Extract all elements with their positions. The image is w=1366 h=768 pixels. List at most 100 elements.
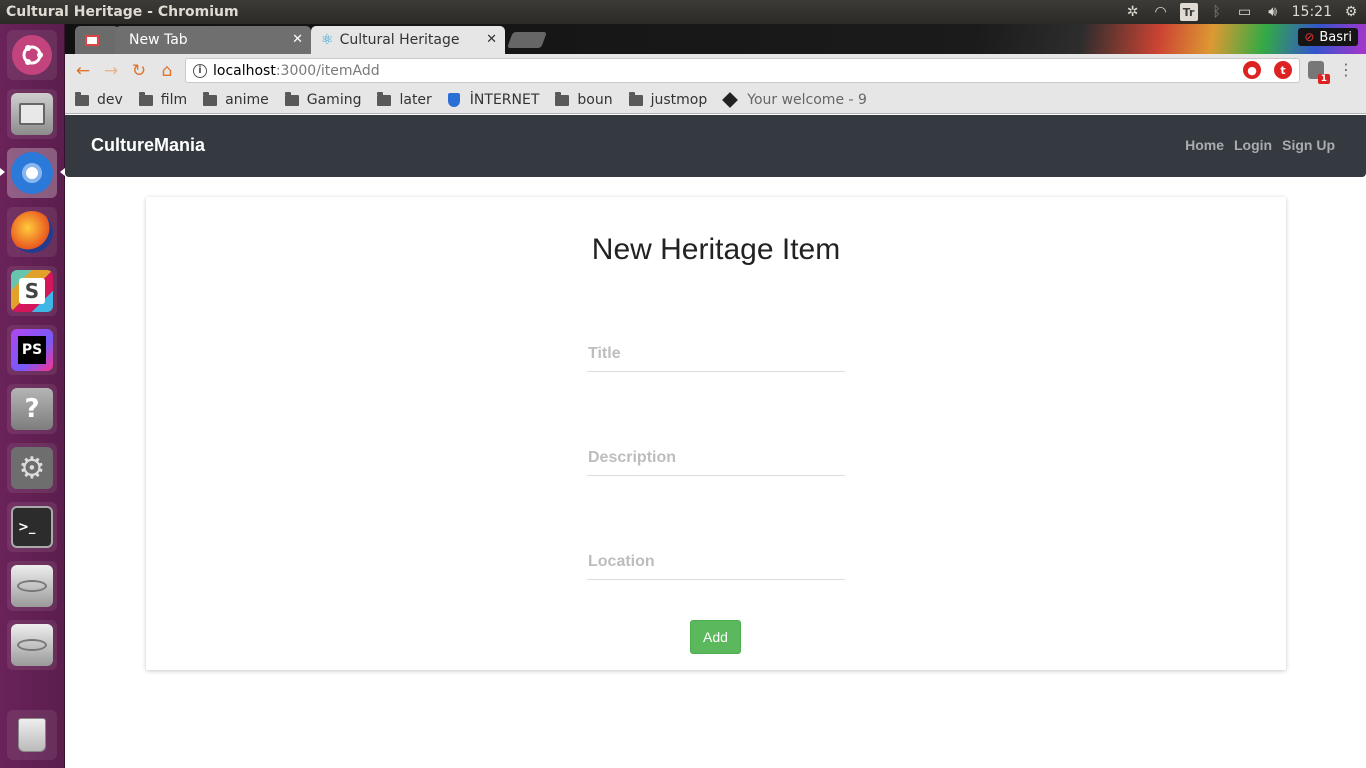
bookmark-label: justmop [650,92,708,108]
clock[interactable]: 15:21 [1292,4,1332,20]
profile-button[interactable]: ⊘ Basri [1298,28,1358,46]
bookmark-label: later [399,92,432,108]
files-button[interactable] [7,89,57,139]
nav-signup-link[interactable]: Sign Up [1282,137,1335,153]
bookmark-film[interactable]: film [138,91,188,108]
browser-toolbar: ← → ↻ ⌂ i localhost:3000/itemAdd ☆ ● t 1… [65,54,1366,87]
profile-icon: ⊘ [1304,30,1315,44]
chromium-button[interactable] [7,148,57,198]
address-bar[interactable]: i localhost:3000/itemAdd ☆ [185,58,1300,83]
ubuntu-logo-icon [12,35,52,75]
folder-icon [284,91,299,106]
bookmark-label: anime [225,92,269,108]
chromium-icon [11,152,53,194]
bluetooth-icon[interactable]: ᛒ [1208,3,1226,21]
bookmark-label: Gaming [306,92,362,108]
bookmark-label: film [160,92,188,108]
extension-t-label: t [1280,63,1286,77]
shield-extension-icon[interactable]: 1 [1308,61,1330,84]
tab-label: Cultural Heritage [339,32,460,48]
ubuntu-dash-button[interactable] [7,30,57,80]
add-button[interactable]: Add [690,620,741,654]
os-top-panel: Cultural Heritage - Chromium ✲ ◠ Tr ᛒ ▭ … [0,0,1366,24]
volume-icon[interactable]: 🔊︎ [1264,3,1282,21]
terminal-button[interactable]: >_ [7,502,57,552]
battery-icon[interactable]: ▭ [1236,3,1254,21]
page-title: New Heritage Item [591,233,841,266]
folder-icon [628,91,643,106]
description-input[interactable] [587,440,845,476]
folder-icon [203,91,218,106]
bookmark-gaming[interactable]: Gaming [284,91,362,108]
bookmark-later[interactable]: later [377,91,432,108]
title-input[interactable] [587,336,845,372]
folder-icon [138,91,153,106]
launcher: S PS ? ⚙ >_ [0,24,65,768]
react-icon: ⚛ [321,32,334,48]
keyboard-layout-indicator[interactable]: Tr [1179,3,1198,21]
nav-home-link[interactable]: Home [1185,137,1224,153]
trash-icon [11,714,53,756]
bookmark-your-welcome[interactable]: Your welcome - 9 [722,92,867,108]
firefox-button[interactable] [7,207,57,257]
bookmark-dev[interactable]: dev [75,91,123,108]
slack-icon: S [11,270,53,312]
ublock-icon[interactable]: ● [1243,61,1261,79]
reload-icon[interactable]: ↻ [129,61,149,81]
bookmark-internet[interactable]: İNTERNET [447,92,539,108]
terminal-icon: >_ [11,506,53,548]
extension-t-icon[interactable]: t [1274,61,1292,79]
folder-icon [555,91,570,106]
location-input[interactable] [587,544,845,580]
bookmark-boun[interactable]: boun [555,91,613,108]
shield-icon [447,93,460,107]
question-mark-icon: ? [11,388,53,430]
url-path: :3000/itemAdd [275,62,380,79]
tab-gmail[interactable] [75,26,119,54]
web-page: CultureMania Home Login Sign Up New Heri… [65,115,1366,768]
phpstorm-button[interactable]: PS [7,325,57,375]
forward-arrow-icon[interactable]: → [101,61,121,81]
site-info-icon[interactable]: i [193,63,207,78]
system-tray: ✲ ◠ Tr ᛒ ▭ 🔊︎ 15:21 ⚙ [1124,0,1360,24]
nav-login-link[interactable]: Login [1234,137,1272,153]
phpstorm-icon: PS [11,329,53,371]
help-button[interactable]: ? [7,384,57,434]
hard-drive-icon [11,565,53,607]
drive-button-1[interactable] [7,561,57,611]
brand-link[interactable]: CultureMania [91,135,205,156]
bookmark-label: boun [577,92,613,108]
file-cabinet-icon [11,93,53,135]
folder-icon [75,91,89,106]
back-arrow-icon[interactable]: ← [73,61,93,81]
wifi-icon[interactable]: ◠ [1152,3,1170,21]
browser-menu-icon[interactable]: ⋮ [1338,60,1354,79]
system-settings-button[interactable]: ⚙ [7,443,57,493]
tab-new-tab[interactable]: New Tab ✕ [115,26,311,54]
settings-gear-icon: ⚙ [11,447,53,489]
network-settings-icon[interactable]: ✲ [1124,3,1142,21]
close-tab-icon[interactable]: ✕ [486,32,497,47]
new-tab-button[interactable] [507,32,547,48]
gmail-icon [85,34,99,46]
bookmarks-bar: dev film anime Gaming later İNTERNET bou… [65,87,1366,114]
firefox-icon [11,211,53,253]
close-tab-icon[interactable]: ✕ [292,32,303,47]
active-window-indicator [0,168,5,176]
bookmark-anime[interactable]: anime [203,91,269,108]
bookmark-label: dev [97,92,123,108]
slack-button[interactable]: S [7,266,57,316]
url-host: localhost [213,62,276,79]
extension-badge: 1 [1317,74,1330,84]
nav-links: Home Login Sign Up [1185,137,1335,153]
home-icon[interactable]: ⌂ [157,61,177,81]
session-gear-icon[interactable]: ⚙ [1342,3,1360,21]
bookmark-justmop[interactable]: justmop [628,91,708,108]
new-item-card: New Heritage Item Add [146,197,1286,670]
folder-icon [377,91,392,106]
tab-cultural-heritage[interactable]: ⚛ Cultural Heritage ✕ [311,26,505,54]
diamond-icon [722,92,739,108]
browser-tab-strip: New Tab ✕ ⚛ Cultural Heritage ✕ ⊘ Basri [65,24,1366,54]
trash-button[interactable] [7,710,57,760]
drive-button-2[interactable] [7,620,57,670]
